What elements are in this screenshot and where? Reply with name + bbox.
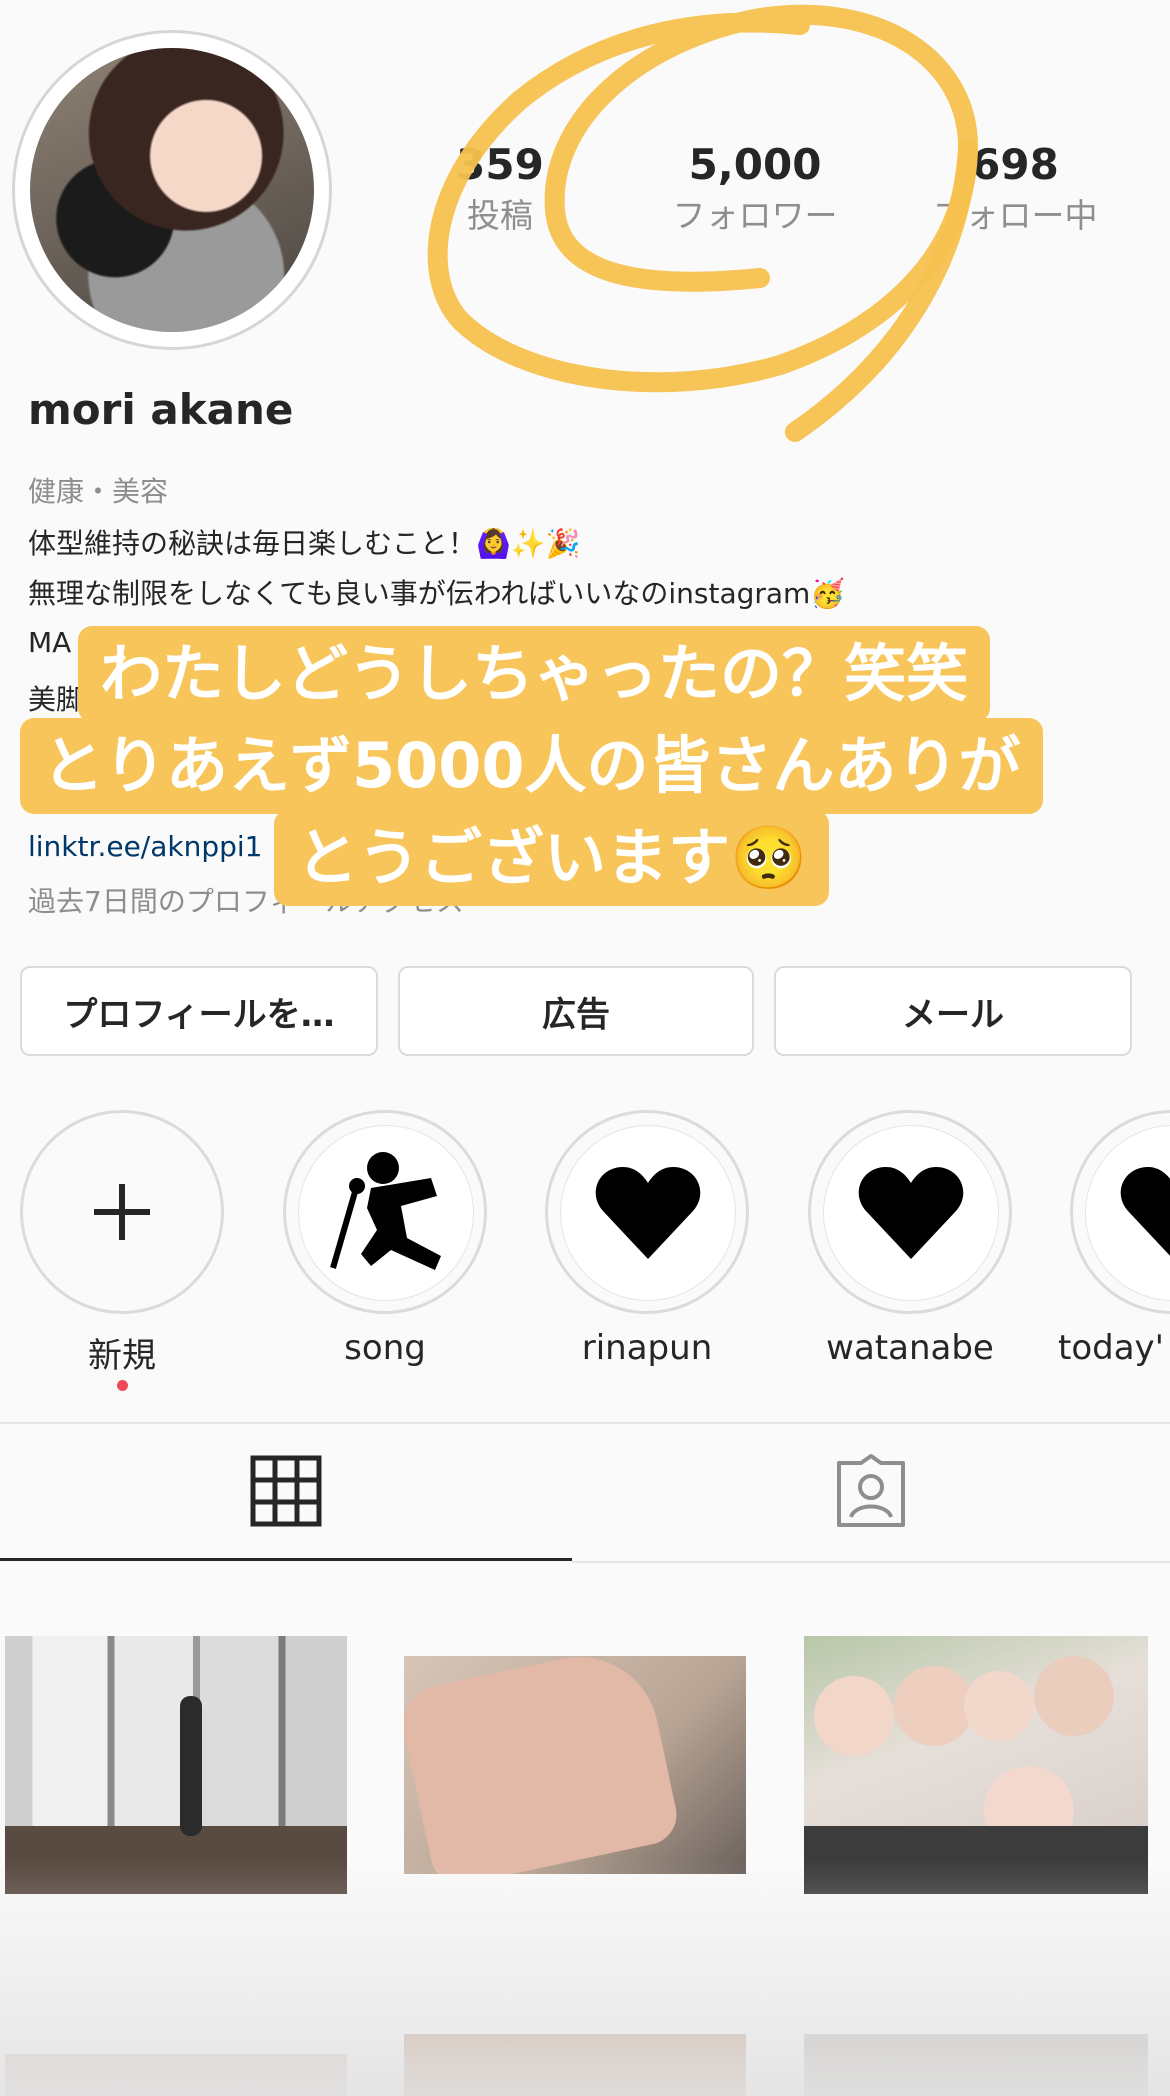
singer-icon (330, 1152, 441, 1270)
tagged-tab[interactable] (572, 1424, 1170, 1558)
edit-profile-button[interactable]: プロフィールを… (20, 966, 378, 1056)
overlay-line-1: わたしどうしちゃったの？笑笑 (78, 626, 991, 722)
post-thumb-hand[interactable] (404, 1656, 746, 1874)
highlight-watanabe[interactable] (808, 1110, 1012, 1314)
bio-link[interactable]: linktr.ee/aknppi1 (28, 830, 263, 863)
highlight-song-label: song (344, 1328, 426, 1368)
active-tab-indicator (0, 1558, 572, 1561)
heart-icon (1120, 1167, 1170, 1256)
bio-line-1: 体型維持の秘訣は毎日楽しむこと！🙆‍♀️✨🎉 (28, 527, 581, 560)
highlight-new-label: 新規 (88, 1336, 156, 1376)
post-thumb-gym[interactable] (5, 1636, 347, 1894)
tabs-bottom-divider (572, 1561, 1170, 1563)
highlight-rinapun[interactable] (545, 1110, 749, 1314)
highlight-today-clip (1070, 1110, 1170, 1314)
new-dot (117, 1380, 128, 1391)
post-thumb-friends[interactable] (804, 1636, 1148, 1894)
plus-icon (94, 1184, 150, 1240)
highlight-new[interactable] (20, 1110, 224, 1314)
overlay-line-3: とうございます🥺 (274, 810, 830, 906)
grid-icon (250, 1455, 322, 1527)
bio-line-2: 無理な制限をしなくても良い事が伝わればいいなのinstagram🥳 (28, 577, 846, 610)
heart-icon (595, 1167, 701, 1259)
bio-line-4: 美脚 (28, 683, 85, 716)
overlay-line-2: とりあえず5000人の皆さんありが (20, 718, 1043, 814)
highlight-rinapun-label: rinapun (581, 1328, 713, 1368)
bio-line-3: MA (28, 626, 72, 659)
highlight-watanabe-label: watanabe (826, 1328, 994, 1368)
profile-category: 健康・美容 (28, 475, 169, 508)
highlight-song[interactable] (283, 1110, 487, 1314)
bottom-fade (0, 1860, 1170, 2096)
tagged-person-icon (837, 1454, 905, 1527)
profile-name: mori akane (28, 385, 294, 434)
highlight-today[interactable] (1070, 1110, 1170, 1314)
email-button[interactable]: メール (774, 966, 1132, 1056)
highlight-today-label: today' (1058, 1328, 1165, 1368)
ads-button[interactable]: 広告 (398, 966, 754, 1056)
grid-tab[interactable] (0, 1424, 572, 1558)
heart-icon (858, 1167, 964, 1259)
